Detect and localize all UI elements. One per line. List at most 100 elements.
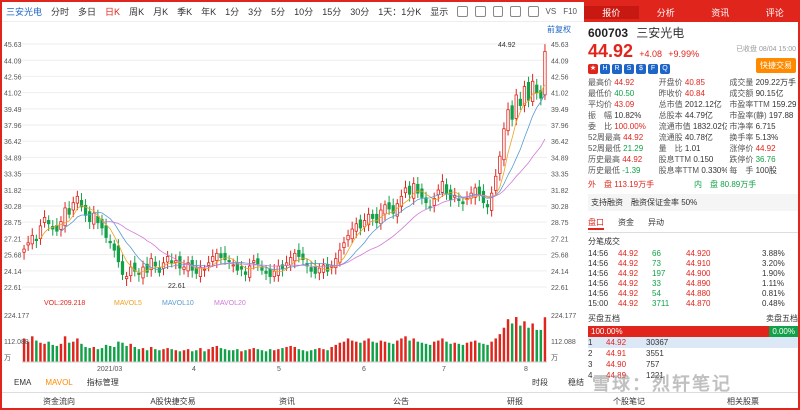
tab-multiday[interactable]: 多日 <box>78 5 96 18</box>
volume-bar <box>223 349 227 362</box>
tab-15min[interactable]: 15分 <box>322 5 341 18</box>
quote-cell: 市盈率(静) 197.88 <box>729 110 798 121</box>
quick-trade-button[interactable]: 快捷交易 <box>756 58 796 73</box>
tab-anomaly[interactable]: 异动 <box>648 217 664 230</box>
mavol5-legend: MAVOL5 <box>114 300 142 307</box>
tab-stable[interactable]: 稳结 <box>568 377 584 388</box>
orderbook-row[interactable]: 2 44.91 3551 <box>588 348 798 359</box>
volume-bar <box>43 343 46 362</box>
volume-bar <box>510 323 514 362</box>
tab-ema[interactable]: EMA <box>14 378 31 387</box>
tab-mavol[interactable]: MAVOL <box>45 378 72 387</box>
tab-capital[interactable]: 资金 <box>618 217 634 230</box>
candle <box>141 260 145 285</box>
footer-notes[interactable]: 个股笔记 <box>572 396 686 407</box>
margin-icon[interactable]: R <box>612 64 622 74</box>
tick-cell: 44.870 <box>686 299 711 308</box>
tab-news[interactable]: 资讯 <box>693 6 748 19</box>
tab-timeshare[interactable]: 分时 <box>51 5 69 18</box>
orderbook-row[interactable]: 3 44.90 757 <box>588 359 798 370</box>
tab-daily-k[interactable]: 日K <box>105 5 120 18</box>
shanghai-icon[interactable]: S <box>624 64 634 74</box>
quote-value: 1832.02亿 <box>692 122 728 131</box>
sync-icon[interactable] <box>527 6 539 17</box>
candle <box>206 255 211 272</box>
footer-announcements[interactable]: 公告 <box>344 396 458 407</box>
fund-icon[interactable]: Q <box>660 64 670 74</box>
tab-quarterly-k[interactable]: 季K <box>177 5 192 18</box>
y-tick-label: 44.09 <box>4 58 22 65</box>
tick-cell: 44.920 <box>686 249 711 258</box>
footer-research[interactable]: 研报 <box>458 396 572 407</box>
candle <box>248 258 252 282</box>
adjust-dropdown[interactable]: 1天：1分K <box>378 5 421 18</box>
kline-chart[interactable]: 45.63 45.63 44.09 44.09 42.56 42.56 41.02 41.02… <box>2 22 584 373</box>
edit-icon[interactable] <box>510 6 521 17</box>
candle <box>252 254 256 270</box>
vs-button[interactable]: VS <box>546 7 557 16</box>
volume-bar <box>63 336 67 362</box>
tab-indicator-manage[interactable]: 指标管理 <box>87 377 119 388</box>
footer-news[interactable]: 资讯 <box>230 396 344 407</box>
quote-value: 44.92 <box>622 155 643 164</box>
index-icon[interactable]: F <box>648 64 658 74</box>
volume-bar <box>322 349 325 362</box>
ma10-line <box>60 93 546 271</box>
y-tick-label: 25.68 <box>4 253 22 260</box>
volume-bar <box>154 349 157 362</box>
footer-capital-flow[interactable]: 资金流向 <box>2 396 116 407</box>
volume-bar <box>297 349 301 362</box>
tick-cell: 44.92 <box>618 279 639 288</box>
orderbook-tabs: 盘口 资金 异动 <box>588 217 798 233</box>
quote-cell: 总股本 44.79亿 <box>659 110 728 121</box>
settings-icon[interactable] <box>457 6 468 17</box>
quote-label: 市盈率TTM <box>729 100 772 109</box>
tab-1min[interactable]: 1分 <box>225 5 239 18</box>
volume-bar <box>285 347 288 362</box>
date-axis: 2021/03 4 5 6 7 8 <box>97 366 528 373</box>
volume-bar <box>84 347 87 362</box>
candle <box>145 256 149 278</box>
flag-icon[interactable]: ★ <box>588 64 598 74</box>
candle <box>108 234 112 249</box>
display-dropdown[interactable]: 显示 <box>430 5 448 18</box>
candle <box>416 177 420 198</box>
candle <box>30 228 34 250</box>
footer-related[interactable]: 相关股票 <box>686 396 798 407</box>
tab-comments[interactable]: 评论 <box>748 6 799 19</box>
tab-30min[interactable]: 30分 <box>350 5 369 18</box>
high-price-label: 44.92 <box>498 42 516 49</box>
tab-quote[interactable]: 报价 <box>584 5 639 19</box>
candle <box>92 205 96 230</box>
adjust-label[interactable]: 前复权 <box>547 24 571 34</box>
volume-bar <box>129 343 132 362</box>
volume-bar <box>104 344 108 362</box>
dollar-icon[interactable]: $ <box>636 64 646 74</box>
camera-icon[interactable] <box>492 6 504 17</box>
tab-5min[interactable]: 5分 <box>271 5 285 18</box>
tab-yearly-k[interactable]: 年K <box>201 5 216 18</box>
quote-cell: 股息TTM 0.150 <box>659 154 728 165</box>
kline-chart-area[interactable]: 45.63 45.63 44.09 44.09 42.56 42.56 41.02 41.02… <box>2 22 584 382</box>
tab-3min[interactable]: 3分 <box>248 5 262 18</box>
tab-10min[interactable]: 10分 <box>294 5 313 18</box>
hk-connect-icon[interactable]: H <box>600 64 610 74</box>
tab-orderbook[interactable]: 盘口 <box>588 217 604 230</box>
tick-cell: 54 <box>652 289 661 298</box>
candle <box>182 259 186 275</box>
orderbook-row[interactable]: 1 44.92 30367 <box>588 337 798 348</box>
volume-tick-label: 224.177 <box>551 313 576 320</box>
tab-monthly-k[interactable]: 月K <box>153 5 168 18</box>
stock-code: 600703 <box>588 26 629 40</box>
volume-bar <box>523 321 526 362</box>
volume-bar <box>92 347 96 362</box>
tab-period[interactable]: 时段 <box>532 377 548 388</box>
f10-button[interactable]: F10 <box>563 7 577 16</box>
fullscreen-icon[interactable] <box>474 6 486 17</box>
tab-analysis[interactable]: 分析 <box>639 6 694 19</box>
quote-cell: 成交量 209.22万手 <box>729 77 798 88</box>
quote-cell: 总市值 2012.12亿 <box>659 99 728 110</box>
footer-quick-trade[interactable]: A股快捷交易 <box>116 396 230 407</box>
tick-cell: 14:56 <box>588 279 609 288</box>
tab-weekly-k[interactable]: 周K <box>129 5 144 18</box>
